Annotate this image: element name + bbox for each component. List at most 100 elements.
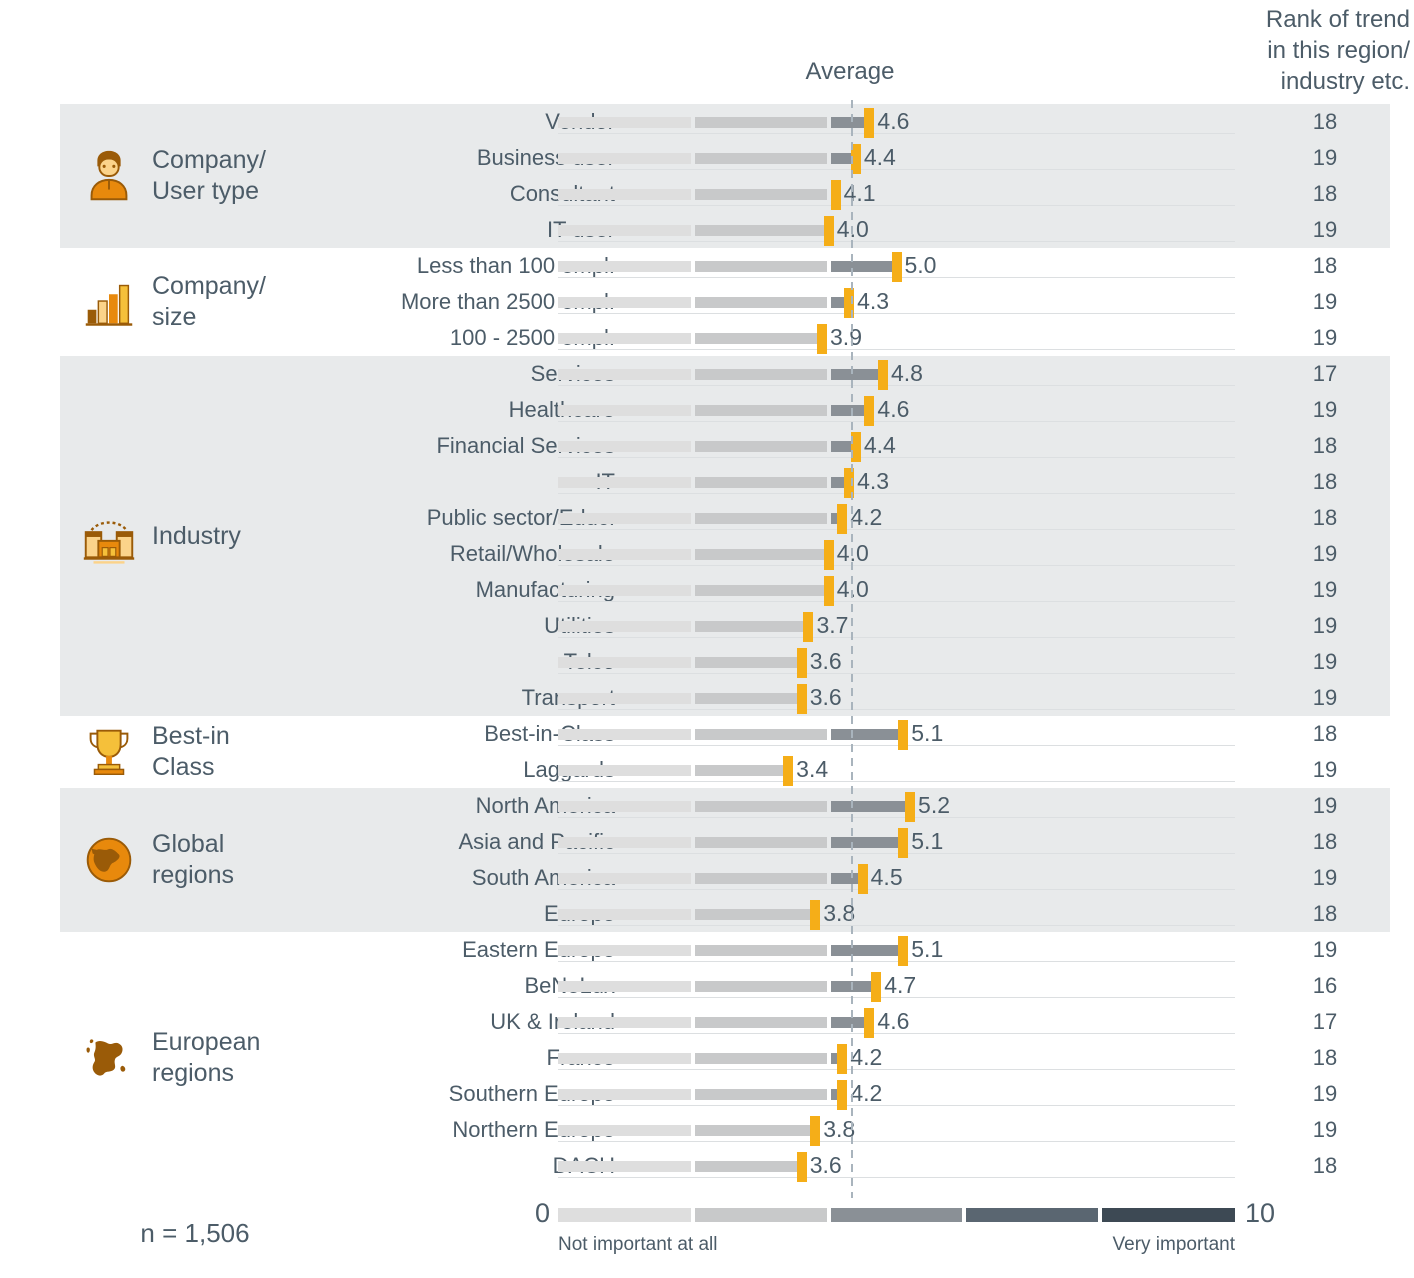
average-marker <box>864 108 875 138</box>
bar-segment <box>830 729 904 740</box>
row-value-label: 3.9 <box>830 324 862 350</box>
average-marker <box>830 180 841 210</box>
bar-segment <box>695 261 827 272</box>
bar-segment <box>695 693 802 704</box>
row-bar-track <box>558 549 1235 560</box>
row-value-label: 5.0 <box>904 252 937 278</box>
row-value-label: 5.1 <box>911 936 944 962</box>
average-marker <box>905 792 916 822</box>
row-bar-track <box>558 1125 1235 1136</box>
row-value-label: 3.7 <box>816 612 849 638</box>
row-rank-value: 19 <box>1312 325 1338 350</box>
bar-segment <box>695 621 809 632</box>
bar-segment <box>695 117 827 128</box>
row-baseline <box>558 673 1235 674</box>
row-value-label: 4.1 <box>843 180 876 206</box>
bar-segment <box>558 657 692 668</box>
bar-segment <box>695 189 827 200</box>
row-baseline <box>558 1177 1235 1178</box>
average-marker <box>837 1080 848 1110</box>
bar-segment <box>695 909 816 920</box>
chart-row: Eastern Europe 5.1 19 <box>60 932 1390 968</box>
bar-segment <box>558 261 692 272</box>
axis-high-anchor-label: Very important <box>1112 1234 1236 1255</box>
bar-segment <box>558 585 692 596</box>
row-baseline <box>558 241 1235 242</box>
chart-row: Northern Europe 3.8 19 <box>60 1112 1390 1148</box>
row-value-label: 4.3 <box>857 468 890 494</box>
row-value-label: 3.4 <box>796 756 829 782</box>
row-baseline <box>558 853 1235 854</box>
bar-segment <box>695 513 827 524</box>
row-value-label: 3.6 <box>809 1152 842 1178</box>
bar-segment <box>558 1161 692 1172</box>
row-rank-value: 16 <box>1312 973 1338 998</box>
row-bar-track <box>558 513 1235 524</box>
chart-row: Financial Services 4.4 18 <box>60 428 1390 464</box>
chart-row: Telco3.619 <box>60 644 1390 680</box>
bar-segment <box>695 981 827 992</box>
row-baseline <box>558 1141 1235 1142</box>
row-baseline <box>558 457 1235 458</box>
row-value-label: 4.4 <box>863 144 896 170</box>
row-value-label: 3.6 <box>809 684 842 710</box>
row-baseline <box>558 493 1235 494</box>
bar-segment <box>695 369 827 380</box>
chart-row: IT user4.019 <box>60 212 1390 248</box>
bar-segment <box>558 441 692 452</box>
row-baseline <box>558 313 1235 314</box>
row-baseline <box>558 817 1235 818</box>
chart-row: Best-in-Class 5.1 18 <box>60 716 1390 752</box>
bar-segment <box>695 765 789 776</box>
bar-segment <box>695 585 827 596</box>
chart-row: Business user 4.4 19 <box>60 140 1390 176</box>
bar-segment <box>558 801 692 812</box>
chart-row: Retail/Wholesale4.019 <box>60 536 1390 572</box>
row-baseline <box>558 1069 1235 1070</box>
bar-segment <box>695 873 827 884</box>
group-6: European regionsEastern Europe5.119BeNeL… <box>60 932 1390 1184</box>
row-baseline <box>558 637 1235 638</box>
row-rank-value: 18 <box>1312 109 1338 134</box>
average-marker <box>871 972 882 1002</box>
bar-segment <box>558 621 692 632</box>
bar-segment <box>830 261 897 272</box>
average-marker <box>823 216 834 246</box>
bar-segment <box>558 117 692 128</box>
row-value-label: 4.2 <box>850 1080 883 1106</box>
average-marker <box>837 504 848 534</box>
bar-segment <box>695 1053 827 1064</box>
axis-max-label: 10 <box>1245 1198 1276 1228</box>
chart-row: Europe3.818 <box>60 896 1390 932</box>
row-rank-value: 18 <box>1312 1045 1338 1070</box>
row-bar-track <box>558 837 1235 848</box>
chart-row: Less than 100 empl. 5.0 18 <box>60 248 1390 284</box>
average-marker <box>810 900 821 930</box>
axis-segment <box>558 1208 692 1222</box>
bar-segment <box>558 729 692 740</box>
row-value-label: 4.6 <box>877 396 910 422</box>
group-1: Company/ User typeVendor4.618Business us… <box>60 104 1390 248</box>
bar-segment <box>695 945 827 956</box>
chart-row: France4.218 <box>60 1040 1390 1076</box>
row-rank-value: 18 <box>1312 721 1338 746</box>
chart-row: Laggards3.419 <box>60 752 1390 788</box>
bar-segment <box>695 801 827 812</box>
average-marker <box>864 396 875 426</box>
row-value-label: 5.2 <box>918 792 951 818</box>
row-bar-track <box>558 225 1235 236</box>
bar-segment <box>558 297 692 308</box>
chart-row: IT4.318 <box>60 464 1390 500</box>
row-bar-track <box>558 477 1235 488</box>
row-value-label: 4.6 <box>877 108 910 134</box>
row-bar-track <box>558 801 1235 812</box>
bar-segment <box>695 153 827 164</box>
average-marker <box>877 360 888 390</box>
row-value-label: 4.5 <box>870 864 903 890</box>
bar-segment <box>558 909 692 920</box>
row-bar-track <box>558 729 1235 740</box>
sample-size-label: n = 1,506 <box>140 1218 250 1248</box>
row-bar-track <box>558 1053 1235 1064</box>
axis-gradient-bar <box>558 1208 1235 1222</box>
average-header-label: Average <box>805 58 895 85</box>
